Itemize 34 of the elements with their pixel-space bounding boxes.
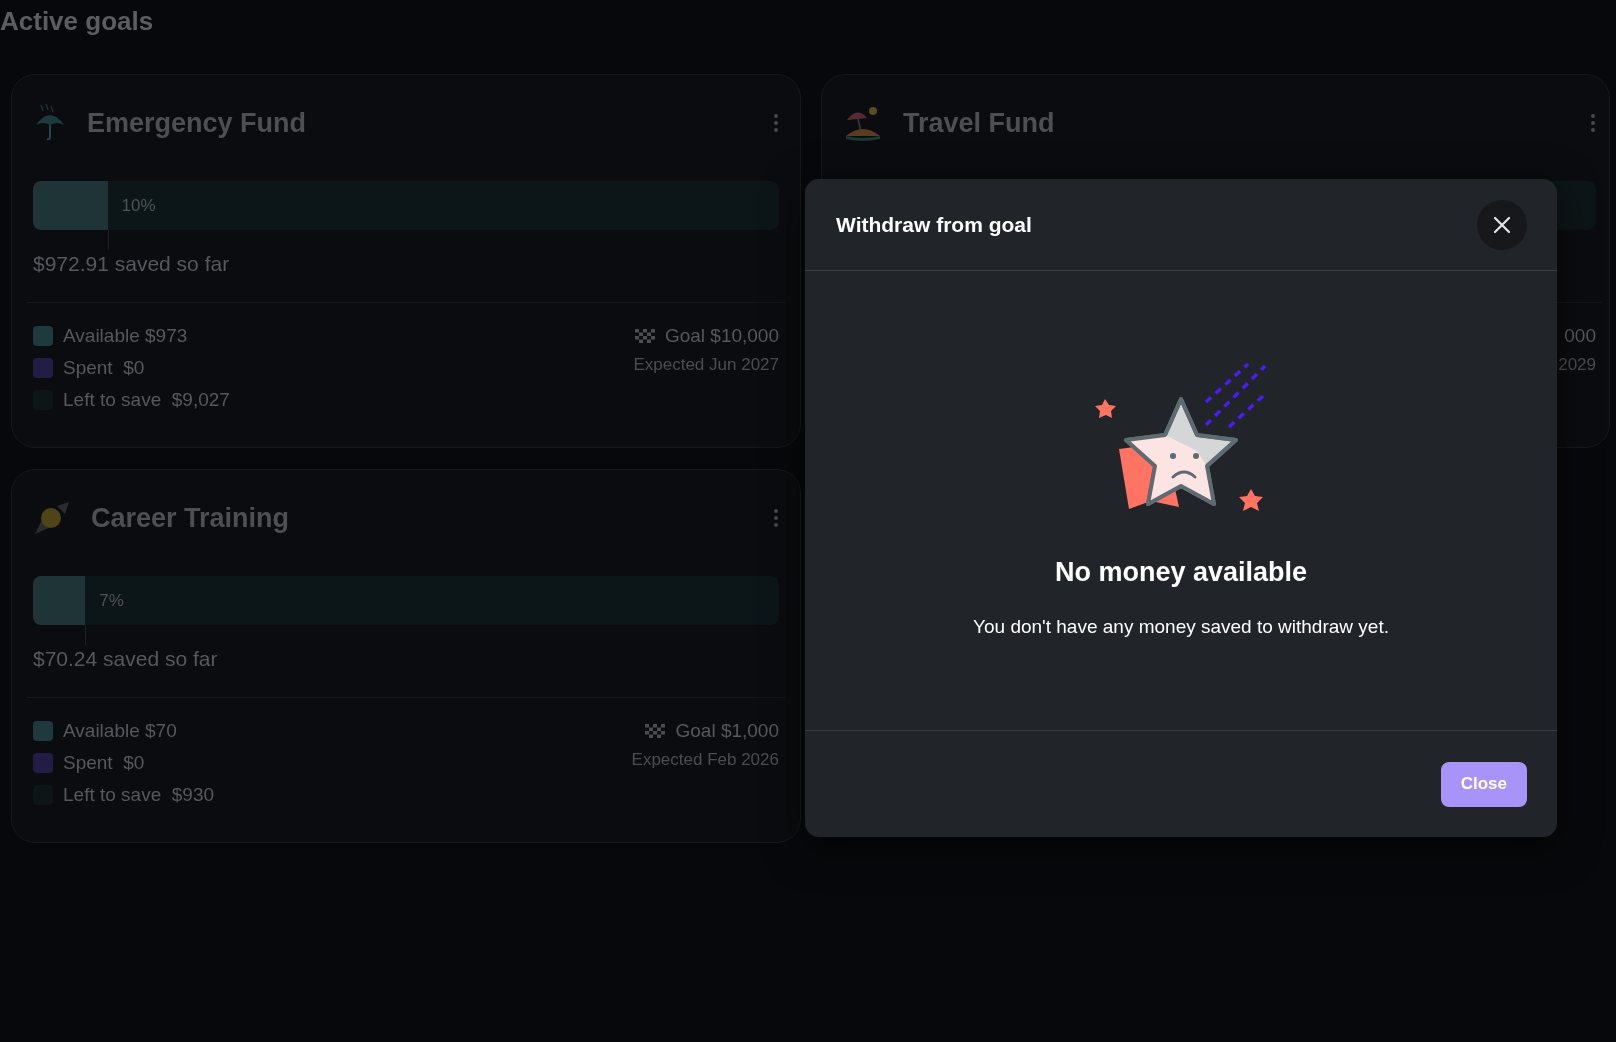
- dialog-close-button[interactable]: [1477, 199, 1527, 250]
- expected-date: Expected Feb 2026: [631, 750, 779, 770]
- progress-percent: 7%: [99, 590, 124, 611]
- goal-title: Career Training: [91, 502, 291, 534]
- empty-state-heading: No money available: [1054, 557, 1308, 588]
- more-menu-icon[interactable]: [773, 113, 779, 133]
- saved-amount: $70.24 saved so far: [33, 647, 219, 671]
- legend-label: Left to save $9,027: [63, 389, 230, 411]
- expected-date: Expected Jun 2027: [633, 355, 779, 375]
- goal-amount: 000: [1564, 325, 1596, 347]
- legend-label: Available $973: [63, 325, 188, 347]
- goal-amount: Goal $10,000: [664, 325, 779, 347]
- goal-title: Travel Fund: [903, 107, 1056, 139]
- goal-amount: Goal $1,000: [675, 720, 779, 742]
- saved-amount: $972.91 saved so far: [33, 252, 231, 276]
- empty-state-message: You don't have any money saved to withdraw yet.: [973, 616, 1389, 638]
- rocket-coin-icon: [33, 500, 71, 536]
- goal-title: Emergency Fund: [87, 107, 308, 139]
- legend-label: Available $70: [63, 720, 177, 742]
- checkered-flag-icon: [645, 724, 666, 738]
- legend-label: Spent $0: [63, 357, 145, 379]
- legend-label: Spent $0: [63, 752, 145, 774]
- close-icon: [1492, 214, 1512, 235]
- legend-label: Left to save $930: [63, 784, 215, 806]
- beach-umbrella-icon: [843, 104, 883, 142]
- page-title: Active goals: [0, 5, 155, 38]
- progress-percent: 10%: [121, 195, 156, 216]
- expected-date: 2029: [1558, 355, 1596, 375]
- checkered-flag-icon: [634, 329, 655, 343]
- dialog-title: Withdraw from goal: [836, 212, 1032, 237]
- more-menu-icon[interactable]: [1590, 113, 1596, 133]
- umbrella-icon: [33, 103, 67, 143]
- more-menu-icon[interactable]: [773, 508, 779, 528]
- close-button[interactable]: Close: [1440, 761, 1527, 807]
